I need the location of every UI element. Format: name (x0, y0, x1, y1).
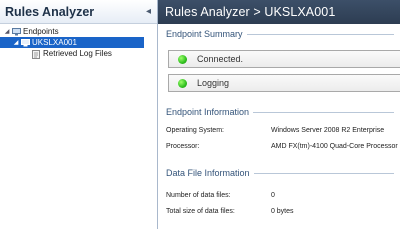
tree-item-label: Endpoints (23, 27, 59, 36)
section-divider (246, 33, 394, 35)
computer-icon (21, 38, 30, 47)
tree-item-ukslxa001[interactable]: ◢ UKSLXA001 (0, 37, 144, 48)
endpoints-icon (12, 27, 21, 36)
expand-collapse-icon[interactable]: ◢ (12, 39, 20, 46)
collapse-pane-button[interactable]: ◂ (146, 6, 151, 17)
status-label: Connected. (197, 54, 244, 64)
tree-item-retrieved-log-files[interactable]: Retrieved Log Files (0, 48, 157, 59)
info-key: Total size of data files: (166, 208, 235, 215)
info-row-number-of-data-files: Number of data files: 0 (166, 192, 275, 199)
data-file-information-heading: Data File Information (166, 168, 394, 178)
status-connected: Connected. (168, 50, 400, 68)
navigation-pane-header: Rules Analyzer ◂ (0, 0, 157, 24)
info-key: Number of data files: (166, 192, 231, 199)
info-row-processor: Processor: AMD FX(tm)-4100 Quad-Core Pro… (166, 143, 398, 150)
section-title: Endpoint Summary (166, 29, 243, 39)
details-pane: Rules Analyzer > UKSLXA001 Endpoint Summ… (158, 0, 400, 229)
navigation-pane-title: Rules Analyzer (5, 4, 95, 19)
navigation-pane: Rules Analyzer ◂ ◢ Endpoints ◢ UKSLXA001 (0, 0, 158, 229)
expand-collapse-icon[interactable]: ◢ (3, 28, 11, 35)
section-title: Endpoint Information (166, 107, 250, 117)
status-green-icon (178, 78, 187, 88)
info-value: Windows Server 2008 R2 Enterprise (270, 127, 385, 134)
info-value: AMD FX(tm)-4100 Quad-Core Processor (270, 143, 398, 150)
info-value: 0 (270, 192, 275, 199)
tree-item-endpoints[interactable]: ◢ Endpoints (0, 26, 157, 37)
info-key: Operating System: (166, 127, 224, 134)
section-divider (253, 111, 394, 113)
info-key: Processor: (166, 143, 200, 150)
info-row-operating-system: Operating System: Windows Server 2008 R2… (166, 127, 384, 134)
info-value: 0 bytes (270, 208, 294, 215)
status-green-icon (178, 54, 187, 64)
tree-item-label: UKSLXA001 (32, 38, 77, 47)
status-logging: Logging (168, 74, 400, 92)
endpoint-information-heading: Endpoint Information (166, 107, 394, 117)
status-label: Logging (197, 78, 230, 88)
info-row-total-size: Total size of data files: 0 bytes (166, 208, 294, 215)
endpoint-summary-heading: Endpoint Summary (166, 29, 394, 39)
endpoint-tree: ◢ Endpoints ◢ UKSLXA001 Retrieved Log Fi… (0, 24, 157, 59)
section-divider (253, 172, 394, 174)
section-title: Data File Information (166, 168, 250, 178)
breadcrumb: Rules Analyzer > UKSLXA001 (158, 0, 400, 24)
tree-item-label: Retrieved Log Files (43, 49, 112, 58)
log-files-icon (32, 49, 41, 59)
